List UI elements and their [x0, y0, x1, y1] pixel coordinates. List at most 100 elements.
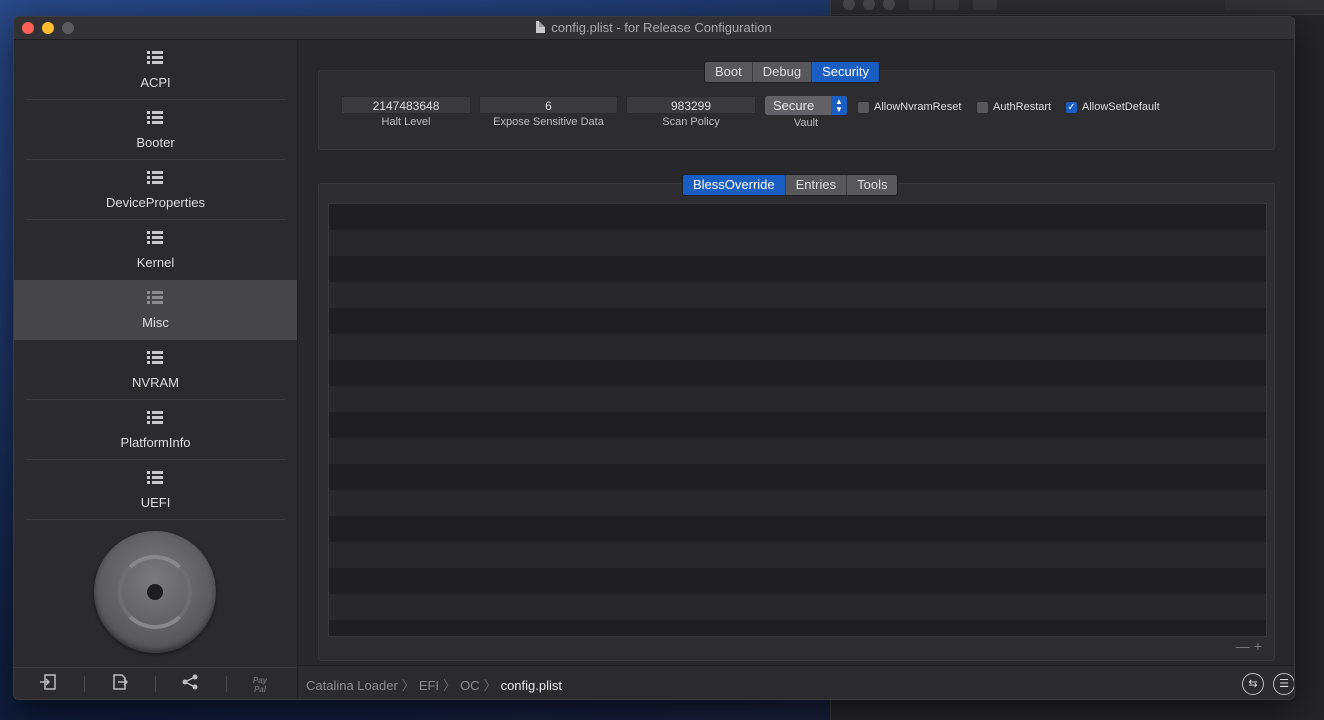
window-title-container: config.plist - for Release Configuration — [14, 20, 1294, 35]
list-icon — [147, 291, 163, 305]
tab-tools[interactable]: Tools — [847, 175, 898, 195]
background-window-titlebar — [831, 0, 1324, 15]
sidebar-item-label: NVRAM — [132, 375, 179, 390]
table-row[interactable] — [329, 594, 1266, 620]
sidebar-separator — [26, 519, 285, 520]
table-row[interactable] — [329, 412, 1266, 438]
breadcrumb-item[interactable]: Catalina Loader — [306, 678, 398, 693]
expose-sensitive-data-field[interactable]: 6 — [479, 96, 618, 114]
share-icon[interactable] — [180, 674, 200, 692]
vault-label: Vault — [793, 117, 819, 129]
tab-entries[interactable]: Entries — [785, 175, 848, 195]
table-row[interactable] — [329, 464, 1266, 490]
disk-hole — [147, 584, 163, 600]
sidebar-item-label: UEFI — [140, 495, 171, 510]
list-panel: BlessOverride Entries Tools — + — [318, 174, 1275, 661]
disk-icon[interactable] — [94, 531, 216, 653]
breadcrumb-chevron-icon: 〉 — [443, 678, 457, 693]
remove-row-button[interactable]: — — [1236, 638, 1250, 654]
export-icon[interactable] — [110, 674, 130, 692]
sidebar-item-label: Misc — [142, 315, 169, 330]
bottom-bar: Catalina Loader 〉 EFI 〉 OC 〉 config.plist ⇆ ☰ — [298, 665, 1294, 699]
sidebar-item-acpi[interactable]: ACPI — [14, 40, 297, 100]
toolbar-divider — [155, 676, 156, 692]
document-icon — [536, 21, 546, 33]
breadcrumb-item[interactable]: EFI — [419, 678, 439, 693]
table-row[interactable] — [329, 230, 1266, 256]
halt-level-field[interactable]: 2147483648 — [341, 96, 471, 114]
sidebar-toolbar: Pay Pal — [14, 667, 297, 699]
sidebar-item-nvram[interactable]: NVRAM — [14, 340, 297, 400]
add-remove-controls: — + — [1236, 638, 1262, 654]
tab-debug[interactable]: Debug — [752, 62, 813, 82]
allowsetdefault-label: AllowSetDefault — [1082, 101, 1160, 113]
tab-security[interactable]: Security — [812, 62, 880, 82]
table-row[interactable] — [329, 360, 1266, 386]
sidebar-item-booter[interactable]: Booter — [14, 100, 297, 160]
blessoverride-table[interactable] — [328, 203, 1267, 637]
list-icon — [147, 51, 163, 65]
security-panel: Boot Debug Security 2147483648 Halt Leve… — [318, 61, 1275, 150]
vault-select[interactable]: Secure ▲ ▼ — [765, 96, 847, 115]
tab-boot[interactable]: Boot — [705, 62, 753, 82]
tab-blessoverride[interactable]: BlessOverride — [683, 175, 786, 195]
sidebar-item-uefi[interactable]: UEFI — [14, 460, 297, 520]
allowsetdefault-checkbox[interactable]: ✓ — [1065, 101, 1078, 114]
sidebar-item-deviceproperties[interactable]: DeviceProperties — [14, 160, 297, 220]
sidebar-item-label: ACPI — [140, 75, 171, 90]
authrestart-checkbox[interactable] — [976, 101, 989, 114]
paypal-icon[interactable]: Pay Pal — [250, 676, 270, 694]
bg-window-dot — [843, 0, 855, 10]
window-title: config.plist - for Release Configuration — [551, 20, 772, 35]
breadcrumb-chevron-icon: 〉 — [401, 678, 415, 693]
sidebar-item-platforminfo[interactable]: PlatformInfo — [14, 400, 297, 460]
scan-policy-field[interactable]: 983299 — [626, 96, 756, 114]
table-row[interactable] — [329, 308, 1266, 334]
bg-search-field — [1225, 0, 1324, 10]
vault-select-value: Secure — [773, 98, 815, 113]
paypal-label-2: Pal — [253, 685, 266, 694]
table-row[interactable] — [329, 282, 1266, 308]
sidebar-item-label: Kernel — [136, 255, 175, 270]
list-tab-control: BlessOverride Entries Tools — [682, 174, 899, 196]
swap-arrows-icon[interactable]: ⇆ — [1242, 673, 1264, 695]
main-content: Boot Debug Security 2147483648 Halt Leve… — [298, 40, 1294, 699]
halt-level-label: Halt Level — [381, 116, 431, 128]
allownvramreset-checkbox[interactable] — [857, 101, 870, 114]
misc-tab-control: Boot Debug Security — [704, 61, 881, 83]
table-row[interactable] — [329, 490, 1266, 516]
table-row[interactable] — [329, 334, 1266, 360]
paypal-label-1: Pay — [252, 676, 268, 685]
breadcrumb-item[interactable]: OC — [460, 678, 480, 693]
sidebar-item-kernel[interactable]: Kernel — [14, 220, 297, 280]
table-row[interactable] — [329, 542, 1266, 568]
expose-sensitive-data-label: Expose Sensitive Data — [493, 116, 604, 128]
table-row[interactable] — [329, 386, 1266, 412]
toolbar-divider — [226, 676, 227, 692]
titlebar: config.plist - for Release Configuration — [14, 17, 1294, 40]
table-row[interactable] — [329, 516, 1266, 542]
list-icon — [147, 111, 163, 125]
app-window: config.plist - for Release Configuration… — [13, 16, 1295, 700]
updown-arrows-icon: ▲ ▼ — [831, 96, 847, 115]
add-row-button[interactable]: + — [1254, 638, 1262, 654]
toolbar-divider — [84, 676, 85, 692]
import-icon[interactable] — [38, 674, 58, 692]
breadcrumb-current[interactable]: config.plist — [501, 678, 562, 693]
authrestart-label: AuthRestart — [993, 101, 1052, 113]
sidebar-item-label: Booter — [136, 135, 175, 150]
list-icon — [147, 471, 163, 485]
list-icon — [147, 351, 163, 365]
bg-window-dot — [883, 0, 895, 10]
table-row[interactable] — [329, 620, 1266, 636]
table-row[interactable] — [329, 438, 1266, 464]
list-view-icon[interactable]: ☰ — [1273, 673, 1294, 695]
sidebar-item-misc[interactable]: Misc — [14, 280, 297, 340]
table-row[interactable] — [329, 568, 1266, 594]
table-row[interactable] — [329, 256, 1266, 282]
bg-window-dot — [863, 0, 875, 10]
bg-forward-button — [935, 0, 959, 10]
breadcrumb: Catalina Loader 〉 EFI 〉 OC 〉 config.plist — [306, 675, 562, 694]
table-row[interactable] — [329, 204, 1266, 230]
list-icon — [147, 411, 163, 425]
